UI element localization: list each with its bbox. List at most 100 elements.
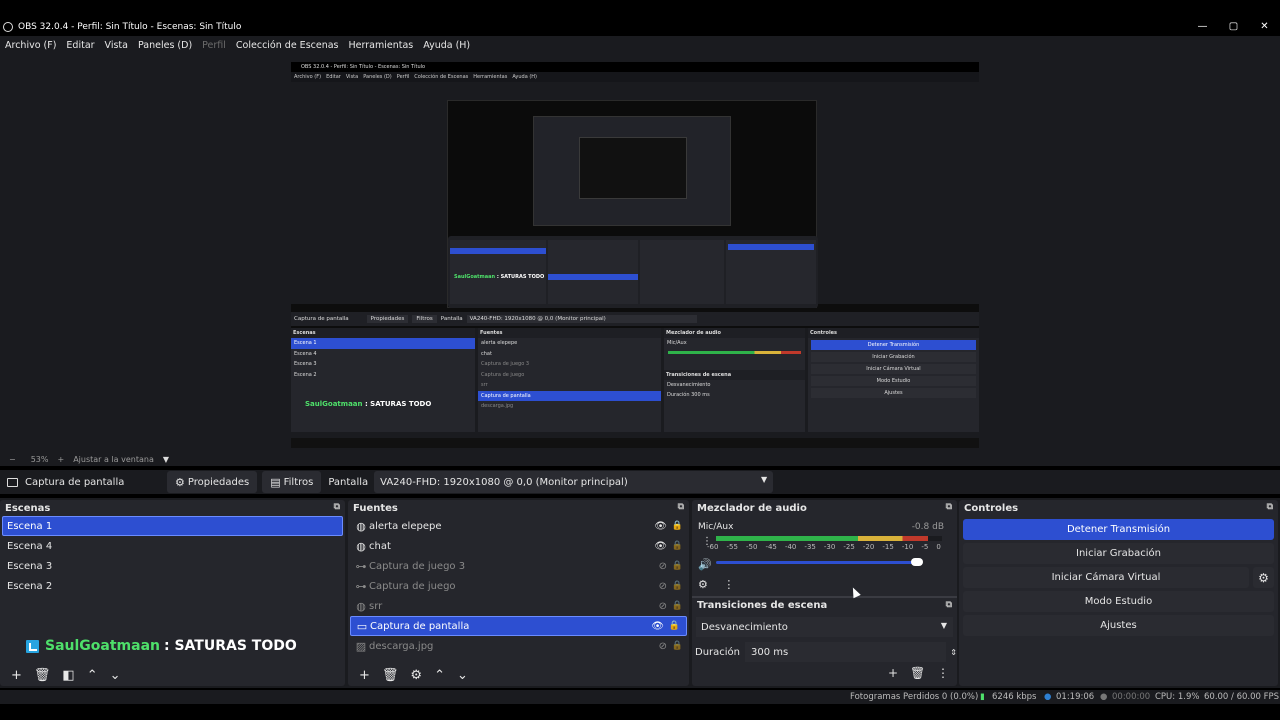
- eye-hidden-icon[interactable]: ⊘: [659, 641, 667, 652]
- zoom-in-button[interactable]: +: [57, 455, 64, 464]
- scene-item[interactable]: Escena 4: [0, 536, 345, 556]
- scene-item[interactable]: Escena 2: [0, 576, 345, 596]
- meter-tick-label: -25: [843, 543, 855, 551]
- display-select[interactable]: VA240-FHD: 1920x1080 @ 0,0 (Monitor prin…: [374, 471, 774, 493]
- kebab-menu-icon[interactable]: ⋮: [723, 578, 734, 591]
- move-scene-down-button[interactable]: ⌄: [110, 668, 121, 683]
- eye-icon[interactable]: 👁: [654, 521, 667, 532]
- preview-scenes-dock: Escenas Escena 1 Escena 4 Escena 3 Escen…: [291, 328, 475, 432]
- kebab-menu-icon[interactable]: ⋮: [937, 666, 949, 680]
- display-value: VA240-FHD: 1920x1080 @ 0,0 (Monitor prin…: [380, 476, 628, 488]
- preview-menu-bar: Archivo (F) Editar Vista Paneles (D) Perfil C…: [291, 72, 979, 82]
- zoom-out-button[interactable]: −: [9, 455, 16, 464]
- eye-hidden-icon[interactable]: ⊘: [659, 581, 667, 592]
- fps: 60.00 / 60.00 FPS: [1204, 692, 1280, 702]
- duration-stepper[interactable]: ⇕: [950, 648, 957, 657]
- zoom-dropdown-icon[interactable]: ▼: [163, 455, 169, 464]
- move-source-up-button[interactable]: ⌃: [434, 668, 445, 683]
- filters-button[interactable]: ▤ Filtros: [262, 471, 322, 493]
- window-controls: — ▢ ✕: [1187, 18, 1280, 36]
- add-transition-button[interactable]: +: [888, 666, 898, 680]
- eye-hidden-icon[interactable]: ⊘: [659, 601, 667, 612]
- fit-to-window-button[interactable]: Ajustar a la ventana: [73, 455, 154, 464]
- menu-herramientas[interactable]: Herramientas: [349, 40, 414, 51]
- settings-button[interactable]: Ajustes: [963, 615, 1274, 636]
- menu-archivo[interactable]: Archivo (F): [5, 40, 56, 51]
- scenes-dock: Escenas ⧉ Escena 1 Escena 4 Escena 3 Esc…: [0, 500, 345, 686]
- remove-transition-button[interactable]: 🗑: [910, 666, 925, 680]
- undock-icon[interactable]: ⧉: [946, 502, 952, 512]
- preview-source-item: chat: [481, 350, 492, 357]
- preview-area: OBS 32.0.4 - Perfil: Sin Título - Escena…: [0, 54, 1280, 452]
- stop-stream-button[interactable]: Detener Transmisión: [963, 519, 1274, 540]
- source-item[interactable]: ⊶ Captura de juego ⊘ 🔒: [348, 576, 689, 596]
- eye-hidden-icon[interactable]: ⊘: [659, 561, 667, 572]
- preview-mixer-title: Mezclador de audio: [664, 328, 805, 338]
- minimize-button[interactable]: —: [1187, 18, 1218, 36]
- source-item[interactable]: ⊶ Captura de juego 3 ⊘ 🔒: [348, 556, 689, 576]
- undock-icon[interactable]: ⧉: [1267, 502, 1273, 512]
- undock-icon[interactable]: ⧉: [678, 502, 684, 512]
- menu-ayuda[interactable]: Ayuda (H): [423, 40, 470, 51]
- scene-item[interactable]: Escena 1: [2, 516, 343, 536]
- menu-paneles[interactable]: Paneles (D): [138, 40, 192, 51]
- preview-source-item: alerta elepepe: [481, 340, 518, 346]
- start-virtual-cam-button[interactable]: Iniciar Cámara Virtual: [963, 567, 1249, 588]
- controls-dock: Controles ⧉ Detener Transmisión Iniciar …: [959, 500, 1278, 686]
- remove-source-button[interactable]: 🗑: [382, 668, 399, 683]
- preview-scene-item: Escena 1: [291, 338, 475, 349]
- duration-value: 300 ms: [751, 646, 789, 658]
- preview-duration: Duración 300 ms: [664, 390, 805, 401]
- maximize-button[interactable]: ▢: [1218, 18, 1249, 36]
- scene-item[interactable]: Escena 3: [0, 556, 345, 576]
- lock-icon[interactable]: 🔒: [672, 581, 683, 591]
- eye-icon[interactable]: 👁: [654, 541, 667, 552]
- nested-brand-logo: SaulGoatmaan: [454, 274, 496, 280]
- preview-transition-selected: Desvanecimiento: [667, 381, 711, 388]
- speaker-icon[interactable]: 🔊: [698, 558, 712, 571]
- lock-icon[interactable]: 🔒: [672, 541, 683, 551]
- program-preview[interactable]: OBS 32.0.4 - Perfil: Sin Título - Escena…: [291, 62, 979, 448]
- volume-slider-handle[interactable]: [911, 558, 924, 566]
- preview-scene-item: Escena 3: [294, 361, 317, 367]
- add-source-button[interactable]: +: [359, 668, 370, 683]
- start-recording-button[interactable]: Iniciar Grabación: [963, 543, 1274, 564]
- scene-filters-button[interactable]: ◧: [62, 668, 74, 683]
- source-item[interactable]: ▨ descarga.jpg ⊘ 🔒: [348, 636, 689, 656]
- source-item[interactable]: ◍ chat 👁 🔒: [348, 536, 689, 556]
- move-scene-up-button[interactable]: ⌃: [87, 668, 98, 683]
- source-properties-button[interactable]: ⚙: [410, 668, 422, 683]
- lock-icon[interactable]: 🔒: [672, 521, 683, 531]
- gear-icon[interactable]: ⚙: [1253, 567, 1274, 588]
- close-button[interactable]: ✕: [1249, 18, 1280, 36]
- nested-sources-dock: [548, 240, 638, 304]
- menu-vista[interactable]: Vista: [105, 40, 128, 51]
- lock-icon[interactable]: 🔒: [672, 601, 683, 611]
- source-item[interactable]: ◍ srr ⊘ 🔒: [348, 596, 689, 616]
- advanced-audio-icon[interactable]: ⚙: [698, 578, 708, 591]
- volume-slider-track[interactable]: [716, 561, 918, 564]
- remove-scene-button[interactable]: 🗑: [34, 668, 51, 683]
- studio-mode-button[interactable]: Modo Estudio: [963, 591, 1274, 612]
- preview-scene-item: Escena 4: [294, 350, 317, 357]
- source-item[interactable]: ▭ Captura de pantalla 👁 🔒: [350, 616, 687, 636]
- undock-icon[interactable]: ⧉: [334, 502, 340, 512]
- duration-input[interactable]: 300 ms: [745, 642, 947, 662]
- lock-icon[interactable]: 🔒: [672, 561, 683, 571]
- preview-menu-coleccion: Colección de Escenas: [414, 74, 469, 80]
- menu-coleccion-escenas[interactable]: Colección de Escenas: [236, 40, 339, 51]
- eye-icon[interactable]: 👁: [651, 621, 664, 632]
- undock-icon[interactable]: ⧉: [946, 600, 952, 610]
- properties-button[interactable]: ⚙ Propiedades: [167, 471, 258, 493]
- add-scene-button[interactable]: +: [11, 668, 22, 683]
- brand-logo-icon: [26, 639, 39, 653]
- preview-menu-archivo: Archivo (F): [294, 74, 322, 80]
- lock-icon[interactable]: 🔒: [669, 621, 680, 631]
- move-source-down-button[interactable]: ⌄: [457, 668, 468, 683]
- chevron-down-icon: ▼: [940, 621, 947, 630]
- lock-icon[interactable]: 🔒: [672, 641, 683, 651]
- menu-editar[interactable]: Editar: [66, 40, 94, 51]
- transition-select[interactable]: Desvanecimiento ▼: [696, 617, 953, 637]
- source-item[interactable]: ◍ alerta elepepe 👁 🔒: [348, 516, 689, 536]
- preview-duration-value: 300 ms: [691, 392, 710, 398]
